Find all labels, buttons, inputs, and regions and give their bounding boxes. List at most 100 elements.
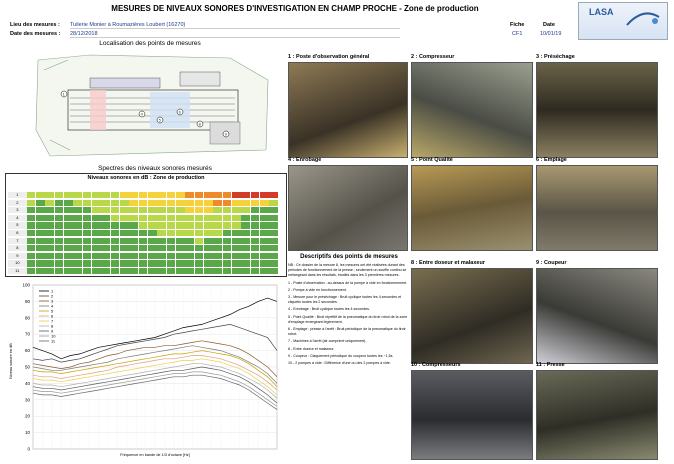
photo-11: 11 : Presse bbox=[536, 362, 658, 460]
page-title: MESURES DE NIVEAUX SONORES D'INVESTIGATI… bbox=[111, 4, 479, 13]
table-cell bbox=[101, 260, 111, 267]
photo-6: 6 : Emplage bbox=[536, 157, 658, 251]
fiche-value: CF1 bbox=[512, 31, 523, 37]
table-cell bbox=[176, 214, 185, 222]
logo-mark-icon bbox=[626, 12, 660, 26]
table-cell bbox=[166, 199, 176, 206]
table-cell bbox=[148, 192, 157, 199]
photo-3-image bbox=[536, 62, 658, 158]
table-row-label: 3 bbox=[8, 207, 27, 214]
table-cell bbox=[250, 222, 260, 229]
table-cell bbox=[250, 268, 260, 275]
table-cell bbox=[120, 260, 129, 267]
table-cell bbox=[194, 245, 204, 252]
table-cell bbox=[129, 252, 139, 260]
y-tick-label: 20 bbox=[25, 414, 31, 419]
table-cell bbox=[36, 192, 45, 199]
table-cell bbox=[194, 192, 204, 199]
table-cell bbox=[82, 207, 92, 214]
table-cell bbox=[101, 214, 111, 222]
table-cell bbox=[185, 260, 195, 267]
table-cell bbox=[45, 237, 55, 244]
table-cell bbox=[54, 252, 64, 260]
table-cell bbox=[222, 192, 232, 199]
table-row-label: 9 bbox=[8, 252, 27, 260]
table-cell bbox=[82, 268, 92, 275]
table-cell bbox=[166, 214, 176, 222]
table-cell bbox=[26, 230, 36, 237]
lieu-label: Lieu des mesures : bbox=[10, 22, 60, 28]
photo-1-caption: 1 : Poste d'observation général bbox=[288, 54, 370, 60]
table-cell bbox=[269, 268, 279, 275]
description-item: 3 - Mesure pour le préséchage : Bruit cy… bbox=[288, 295, 402, 305]
photo-2-image bbox=[411, 62, 533, 158]
table-cell bbox=[260, 268, 269, 275]
table-cell bbox=[250, 207, 260, 214]
table-cell bbox=[54, 199, 64, 206]
table-cell bbox=[222, 230, 232, 237]
table-cell bbox=[176, 237, 185, 244]
photo-9: 9 : Coupeur bbox=[536, 260, 658, 364]
table-cell bbox=[92, 230, 101, 237]
table-cell bbox=[138, 260, 148, 267]
table-cell bbox=[45, 245, 55, 252]
photo-11-caption: 11 : Presse bbox=[536, 362, 565, 368]
photo-1-image bbox=[288, 62, 408, 158]
table-cell bbox=[204, 214, 213, 222]
table-row-label: 5 bbox=[8, 222, 27, 229]
table-cell bbox=[92, 268, 101, 275]
table-cell bbox=[232, 252, 241, 260]
table-cell bbox=[92, 237, 101, 244]
table-cell bbox=[176, 192, 185, 199]
photo-10-image bbox=[411, 370, 533, 460]
table-cell bbox=[45, 230, 55, 237]
table-cell bbox=[222, 207, 232, 214]
table-cell bbox=[129, 207, 139, 214]
table-cell bbox=[92, 222, 101, 229]
table-cell bbox=[213, 252, 223, 260]
table-cell bbox=[92, 252, 101, 260]
table-cell bbox=[138, 245, 148, 252]
table-cell bbox=[166, 222, 176, 229]
photo-5: 5 : Point Qualité bbox=[411, 157, 533, 251]
table-cell bbox=[138, 192, 148, 199]
table-cell bbox=[157, 207, 167, 214]
table-cell bbox=[222, 214, 232, 222]
table-cell bbox=[176, 222, 185, 229]
spectrum-chart: 0 10 20 30 40 50 60 70 80 90 100 1 2 3 4 5 6 7 8 9 10 11 Fréq… bbox=[5, 279, 285, 461]
photo-3: 3 : Préséchage bbox=[536, 54, 658, 158]
table-cell bbox=[36, 207, 45, 214]
table-cell bbox=[204, 260, 213, 267]
table-cell bbox=[185, 207, 195, 214]
table-cell bbox=[110, 237, 120, 244]
table-cell bbox=[260, 230, 269, 237]
table-cell bbox=[73, 245, 83, 252]
table-cell bbox=[129, 230, 139, 237]
table-cell bbox=[73, 237, 83, 244]
y-tick-label: 50 bbox=[25, 365, 31, 370]
table-cell bbox=[82, 260, 92, 267]
table-cell bbox=[120, 199, 129, 206]
description-item: 5 - Point Qualité : Bruit répétitif de l… bbox=[288, 314, 408, 324]
table-cell bbox=[269, 245, 279, 252]
table-cell bbox=[213, 245, 223, 252]
table-cell bbox=[204, 192, 213, 199]
table-cell bbox=[101, 192, 111, 199]
description-item: 9 - Coupeur : Claquement périodique du c… bbox=[288, 353, 394, 358]
date2-label: Date bbox=[543, 22, 555, 28]
table-cell bbox=[101, 230, 111, 237]
table-cell bbox=[232, 222, 241, 229]
table-cell bbox=[110, 230, 120, 237]
photo-9-caption: 9 : Coupeur bbox=[536, 260, 567, 266]
table-cell bbox=[129, 214, 139, 222]
table-cell bbox=[241, 214, 251, 222]
table-cell bbox=[166, 207, 176, 214]
table-cell bbox=[64, 237, 73, 244]
table-cell bbox=[194, 230, 204, 237]
table-cell bbox=[36, 245, 45, 252]
table-cell bbox=[45, 268, 55, 275]
chart-xlabel: Fréquence en bande de 1/3 d'octave [Hz] bbox=[120, 453, 190, 457]
table-cell bbox=[138, 252, 148, 260]
table-row-label: 4 bbox=[8, 214, 27, 222]
table-cell bbox=[260, 222, 269, 229]
